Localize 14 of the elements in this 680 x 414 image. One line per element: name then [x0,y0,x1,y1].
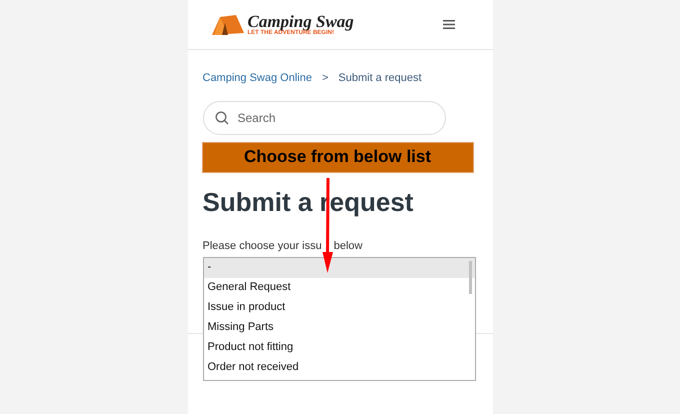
breadcrumb-current: Submit a request [338,71,422,86]
list-option[interactable]: - [204,258,474,278]
logo-title: Camping Swag [248,13,354,30]
breadcrumb-separator: > [322,71,328,86]
field-label: Please choose your issu [202,239,322,254]
breadcrumb-link[interactable]: Camping Swag Online [202,70,312,86]
search-icon [214,110,228,124]
search-field[interactable]: Search [202,100,446,134]
scrollbar-thumb[interactable] [468,260,472,294]
issue-listbox[interactable]: - General Request Issue in product Missing Parts Product not fitting Order not received [202,256,476,380]
tent-icon [210,12,246,36]
instruction-banner: Choose from below list [202,142,474,172]
menu-icon[interactable] [442,20,454,29]
field-label: below [334,239,362,254]
